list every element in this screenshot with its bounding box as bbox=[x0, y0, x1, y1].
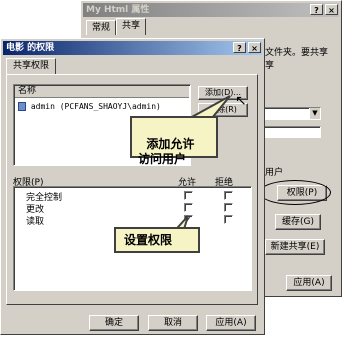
deny-full-control-checkbox[interactable] bbox=[224, 191, 233, 200]
callout-set-permission: 设置权限 bbox=[114, 227, 200, 253]
help-button[interactable]: ? bbox=[310, 4, 323, 15]
properties-apply-button[interactable]: 应用(A) bbox=[286, 275, 332, 291]
comment-input[interactable] bbox=[263, 126, 321, 138]
allow-change-checkbox[interactable] bbox=[184, 203, 193, 212]
callout-add-user-text: 添加允许 访问用户 bbox=[138, 137, 195, 166]
list-header: 名称 bbox=[15, 86, 189, 98]
permission-name: 读取 bbox=[26, 217, 45, 227]
permissions-highlight-ellipse bbox=[259, 180, 331, 205]
user-name: admin (PCFANS_SHAOYJ\admin) bbox=[30, 102, 161, 111]
user-icon bbox=[18, 102, 26, 111]
user-limit-label: 用户 bbox=[265, 168, 284, 178]
cursor-pointer-icon: ↖ bbox=[235, 93, 247, 109]
help-button[interactable]: ? bbox=[233, 42, 246, 53]
permissions-window: 电影 的权限 ? × 共享权限 名称 admin (PCFANS_SHAOYJ\… bbox=[0, 38, 265, 335]
share-name-select[interactable]: ▼ bbox=[263, 107, 321, 120]
sharing-description-text: 文件夹。要共享 bbox=[265, 48, 329, 58]
checkmark-icon: ✓ bbox=[185, 215, 192, 224]
allow-full-control-checkbox[interactable] bbox=[184, 191, 193, 200]
ok-button[interactable]: 确定 bbox=[89, 315, 139, 331]
close-button[interactable]: × bbox=[325, 4, 338, 15]
allow-read-checkbox[interactable]: ✓ bbox=[184, 215, 193, 224]
cancel-button[interactable]: 取消 bbox=[148, 315, 198, 331]
list-header-name: 名称 bbox=[18, 86, 37, 96]
sharing-description-text-2: 享 bbox=[265, 61, 275, 71]
deny-change-checkbox[interactable] bbox=[224, 203, 233, 212]
properties-title: My Html 属性 bbox=[86, 5, 150, 15]
new-share-button[interactable]: 新建共享(E) bbox=[265, 239, 325, 255]
permissions-title: 电影 的权限 bbox=[6, 43, 55, 53]
cache-button[interactable]: 缓存(G) bbox=[275, 214, 321, 230]
tab-sharing[interactable]: 共享 bbox=[116, 18, 146, 35]
callout-set-permission-text: 设置权限 bbox=[124, 233, 173, 247]
chevron-down-icon[interactable]: ▼ bbox=[309, 108, 320, 119]
list-item[interactable]: admin (PCFANS_SHAOYJ\admin) bbox=[18, 101, 161, 112]
tab-general[interactable]: 常规 bbox=[86, 20, 116, 35]
callout-add-user: 添加允许 访问用户 bbox=[130, 116, 218, 166]
properties-title-bar: My Html 属性 ? × bbox=[83, 3, 339, 17]
tab-share-permissions[interactable]: 共享权限 bbox=[6, 58, 56, 75]
apply-button[interactable]: 应用(A) bbox=[206, 315, 256, 331]
permissions-title-bar: 电影 的权限 ? × bbox=[3, 41, 262, 55]
close-button[interactable]: × bbox=[248, 42, 261, 53]
deny-read-checkbox[interactable] bbox=[224, 215, 233, 224]
